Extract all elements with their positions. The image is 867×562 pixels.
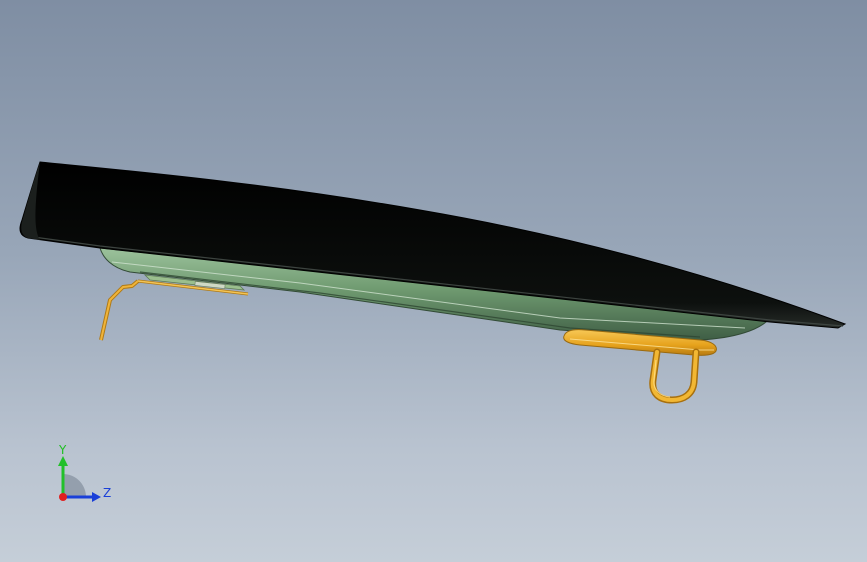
orientation-triad: Y Z [58,443,111,502]
graphics-viewport[interactable]: Y Z [0,0,867,562]
model-scene[interactable] [0,0,867,562]
x-axis-point-icon [59,493,67,501]
z-axis-label: Z [103,486,111,500]
triad-quadrant [63,474,86,497]
y-axis-label: Y [58,443,67,457]
front-wire-bracket[interactable] [99,274,249,341]
rear-u-handle[interactable] [649,348,700,404]
